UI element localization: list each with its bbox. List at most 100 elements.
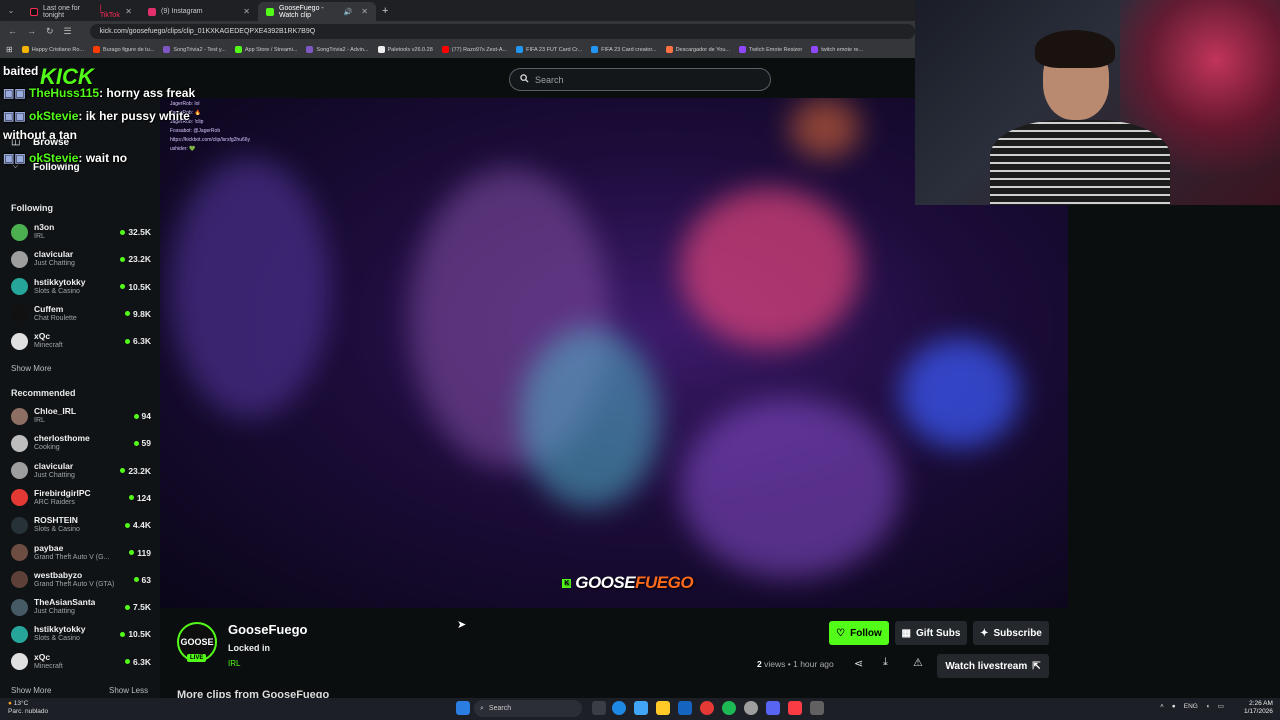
- sidebar-channel-xqc[interactable]: xQc Minecraft 6.3K: [11, 329, 151, 353]
- back-icon[interactable]: ←: [8, 26, 17, 36]
- sidebar-channel-clavicular[interactable]: clavicular Just Chatting 23.2K: [11, 247, 151, 271]
- live-dot-icon: [120, 468, 126, 474]
- bookmark-item[interactable]: Happy Cristiano Ro...: [21, 46, 84, 53]
- edge-icon[interactable]: [612, 701, 626, 715]
- bookmark-item[interactable]: App Store / Streami...: [234, 46, 297, 53]
- gift-subs-button[interactable]: ▦ Gift Subs: [895, 621, 967, 645]
- sidebar-channel-cuffem[interactable]: Cuffem Chat Roulette 9.8K: [11, 302, 151, 326]
- tab-list-chevron-icon[interactable]: ⌄: [0, 6, 22, 15]
- discord-icon[interactable]: [766, 701, 780, 715]
- live-dot-icon: [120, 229, 126, 235]
- watermark-fuego: FUEGO: [635, 573, 694, 592]
- sidebar-channel-paybae[interactable]: paybae Grand Theft Auto V (G... 119: [11, 541, 151, 565]
- chrome-icon[interactable]: [700, 701, 714, 715]
- follow-button[interactable]: ♡ Follow: [829, 621, 889, 645]
- viewer-count-value: 10.5K: [128, 281, 151, 292]
- sidebar-channel-cherlosthome[interactable]: cherlosthome Cooking 59: [11, 431, 151, 455]
- steam-icon[interactable]: [744, 701, 758, 715]
- weather-description: Parc. nublado: [8, 708, 49, 715]
- app-icon[interactable]: [810, 701, 824, 715]
- sidebar-channel-clavicular[interactable]: clavicular Just Chatting 23.2K: [11, 459, 151, 483]
- microphone-icon[interactable]: ●: [1172, 703, 1176, 710]
- share-icon[interactable]: ⋖: [854, 657, 863, 670]
- download-icon[interactable]: ⤓: [883, 656, 888, 669]
- weather-widget[interactable]: ● 13°C Parc. nublado: [8, 700, 48, 716]
- star-icon: ✦: [980, 627, 989, 639]
- channel-category: Just Chatting: [34, 260, 75, 268]
- bookmark-item[interactable]: FIFA 23 FUT Card Cr...: [516, 46, 582, 53]
- taskbar-clock[interactable]: 2:26 AM 1/17/2026: [1244, 700, 1273, 716]
- sidebar-channel-hstikkytokky[interactable]: hstikkytokky Slots & Casino 10.5K: [11, 622, 151, 646]
- language-indicator[interactable]: ENG: [1184, 703, 1198, 710]
- channel-category: Minecraft: [34, 342, 63, 350]
- sidebar-channel-hstikkytokky[interactable]: hstikkytokky Slots & Casino 10.5K: [11, 275, 151, 299]
- sidebar-channel-roshtein[interactable]: ROSHTEIN Slots & Casino 4.4K: [11, 513, 151, 537]
- viewer-count: 4.4K: [125, 520, 151, 530]
- channel-name: westbabyzo: [34, 570, 83, 580]
- streamer-name[interactable]: GooseFuego: [228, 622, 307, 637]
- sidebar-channel-chloe_irl[interactable]: Chloe_IRL IRL 94: [11, 404, 151, 428]
- volume-icon[interactable]: ◖: [1206, 703, 1210, 710]
- bookmark-item[interactable]: twitch emote re...: [811, 46, 863, 53]
- sidebar-channel-theasiansanta[interactable]: TheAsianSanta Just Chatting 7.5K: [11, 595, 151, 619]
- sidebar-channel-firebirdgirlpc[interactable]: FirebirdgirlPC ARC Raiders 124: [11, 486, 151, 510]
- bookmark-item[interactable]: Paletools v26.0.28: [377, 46, 433, 53]
- show-more-following[interactable]: Show More: [11, 364, 51, 373]
- subscribe-button[interactable]: ✦ Subscribe: [973, 621, 1049, 645]
- sidebar-channel-xqc[interactable]: xQc Minecraft 6.3K: [11, 650, 151, 674]
- live-dot-icon: [120, 256, 126, 262]
- sidebar-channel-n3on[interactable]: n3on IRL 32.5K: [11, 220, 151, 244]
- browser-tab-tiktok[interactable]: Last one for tonight | TikTok ✕: [22, 2, 140, 21]
- clip-category[interactable]: IRL: [228, 659, 240, 668]
- tab-title: GooseFuego - Watch clip: [279, 4, 324, 19]
- reload-icon[interactable]: ↻: [46, 26, 54, 37]
- site-info-icon[interactable]: ☰: [64, 26, 72, 37]
- file-explorer-icon[interactable]: [656, 701, 670, 715]
- weather-temp: 13°C: [13, 700, 29, 707]
- close-tab-icon[interactable]: ✕: [243, 7, 250, 16]
- close-tab-icon[interactable]: ✕: [361, 7, 368, 16]
- bookmark-item[interactable]: FIFA 23 Card creator...: [591, 46, 657, 53]
- views-count: 2: [757, 659, 762, 669]
- bookmark-item[interactable]: SongTrivia2 - Test y...: [163, 46, 226, 53]
- audio-playing-icon[interactable]: 🔊: [344, 8, 353, 16]
- overlay-chat-line: without a tan: [3, 128, 77, 142]
- video-watermark: K GOOSEFUEGO: [562, 573, 694, 593]
- bookmark-item[interactable]: Burago figure de tu...: [92, 46, 154, 53]
- sidebar-channel-westbabyzo[interactable]: westbabyzo Grand Theft Auto V (GTA) 63: [11, 568, 151, 592]
- windows-start-icon[interactable]: [456, 701, 470, 715]
- embedded-chat-line: Fossabot: @JagerRob: [170, 128, 221, 134]
- spotify-icon[interactable]: [722, 701, 736, 715]
- close-tab-icon[interactable]: ✕: [125, 7, 132, 16]
- show-more-recommended[interactable]: Show More: [11, 686, 51, 695]
- bookmark-item[interactable]: (77) Razo97s Zest-A...: [441, 46, 507, 53]
- new-tab-button[interactable]: +: [382, 5, 388, 17]
- clip-stats: 2 views • 1 hour ago: [757, 659, 834, 669]
- browser-tab-kick[interactable]: GooseFuego - Watch clip 🔊 ✕: [258, 2, 376, 21]
- report-icon[interactable]: ⚠: [913, 656, 923, 669]
- viewer-count-value: 7.5K: [133, 602, 151, 613]
- heart-icon: ♡: [836, 627, 846, 639]
- show-less[interactable]: Show Less: [109, 686, 148, 695]
- bookmark-item[interactable]: SongTrivia2 - Advin...: [306, 46, 369, 53]
- avatar: [11, 571, 28, 589]
- chevron-up-icon[interactable]: ˄: [1160, 703, 1164, 710]
- bookmark-item[interactable]: Descargador de You...: [665, 46, 730, 53]
- taskbar-search[interactable]: ⌕ Search: [474, 700, 582, 717]
- task-view-icon[interactable]: [592, 701, 606, 715]
- settings-app-icon[interactable]: [634, 701, 648, 715]
- viewer-count-value: 6.3K: [133, 336, 151, 347]
- bookmark-item[interactable]: Twitch Emote Resizer: [739, 46, 802, 53]
- apps-grid-icon[interactable]: ⊞: [6, 45, 13, 54]
- tiktok-icon: [30, 7, 38, 16]
- live-dot-icon: [125, 338, 131, 344]
- forward-icon[interactable]: →: [27, 26, 36, 36]
- watch-livestream-button[interactable]: Watch livestream ⇱: [937, 654, 1049, 678]
- network-icon[interactable]: ▭: [1218, 702, 1224, 710]
- mail-icon[interactable]: [678, 701, 692, 715]
- search-input[interactable]: Search: [509, 68, 771, 91]
- browser-tab-instagram[interactable]: (9) Instagram ✕: [140, 2, 258, 21]
- music-icon[interactable]: [788, 701, 802, 715]
- webcam-person-hair: [1035, 30, 1115, 68]
- url-field[interactable]: kick.com/goosefuego/clips/clip_01KXKAGED…: [89, 23, 915, 39]
